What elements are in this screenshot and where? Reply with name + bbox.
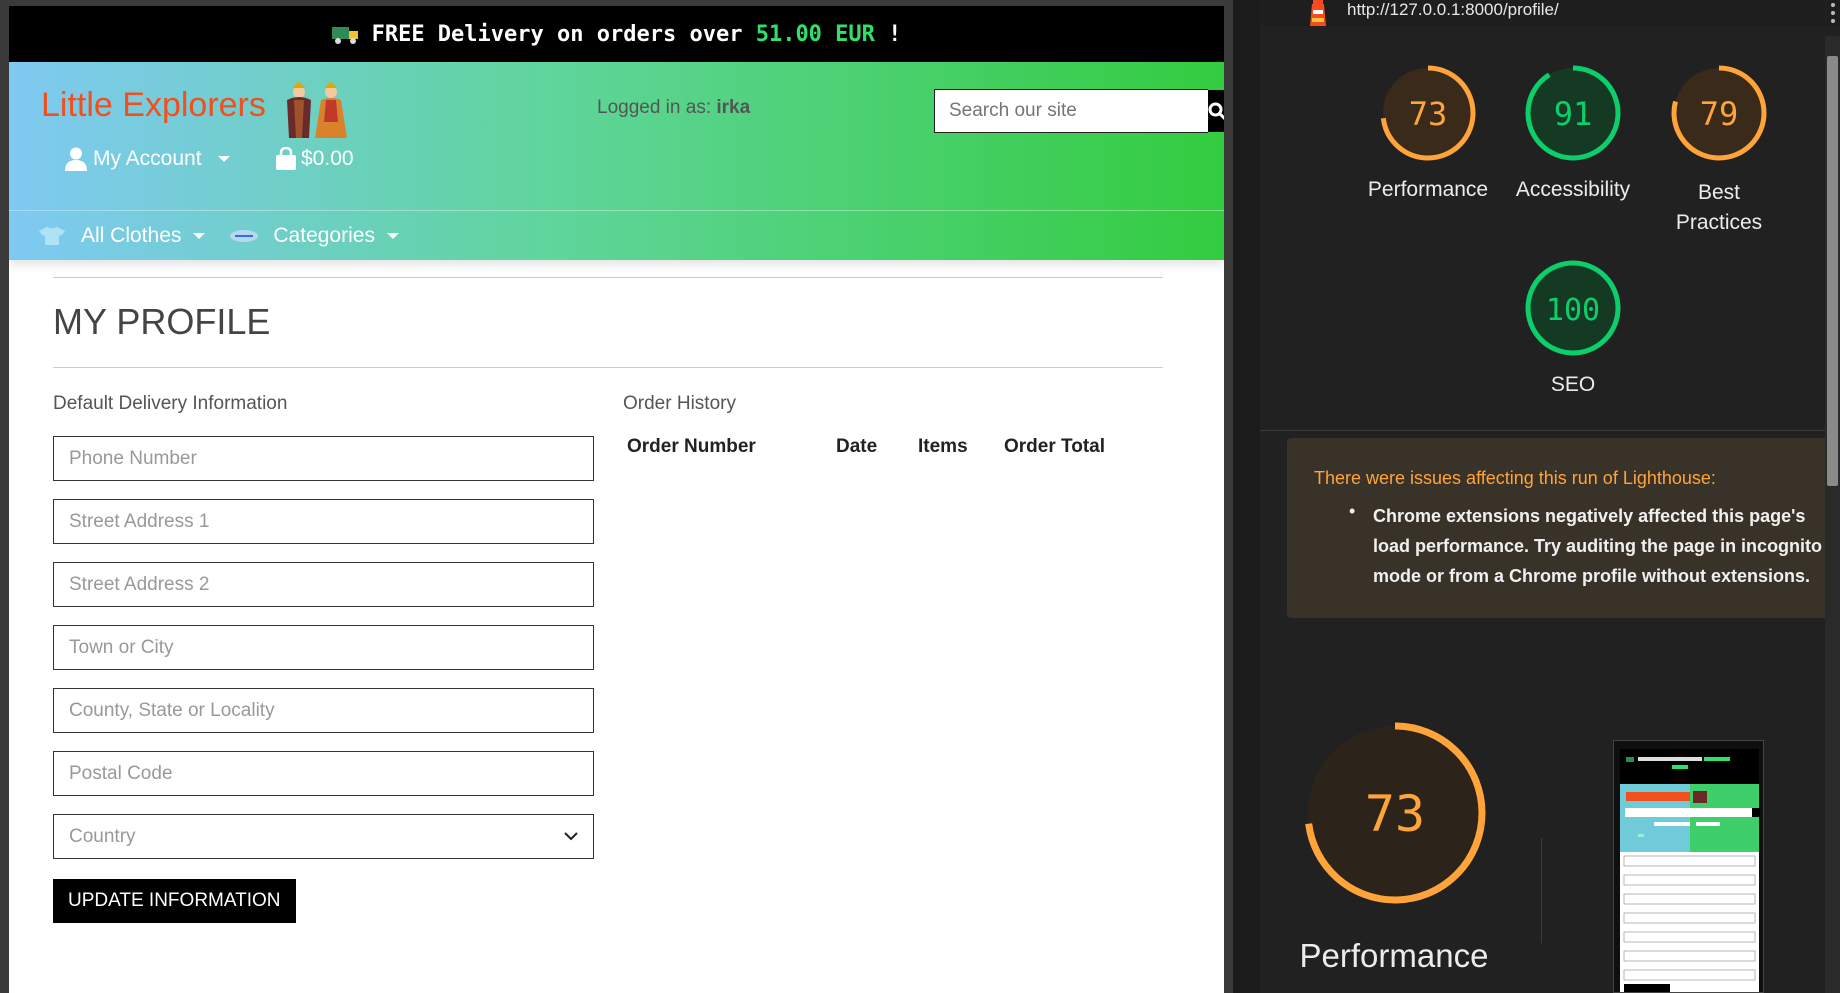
column-order-number: Order Number [627,436,756,457]
column-items: Items [918,436,968,457]
devtools-gutter [1233,0,1260,993]
divider [53,367,1163,368]
site-search [934,89,1224,133]
order-history: Order History Order Number Date Items Or… [623,393,1163,923]
runtime-warning: There were issues affecting this run of … [1287,438,1840,618]
chevron-down-icon [193,232,206,239]
my-account-label: My Account [93,147,202,170]
gauge-best-practices[interactable]: 79 [1669,63,1769,168]
divider [53,277,1163,278]
lighthouse-report: http://127.0.0.1:8000/profile/ 73 Perfor… [1260,0,1840,993]
warning-item: Chrome extensions negatively affected th… [1373,506,1823,586]
lighthouse-icon [1310,0,1326,26]
street-address-2-placeholder: Street Address 2 [69,573,210,595]
search-icon [1208,102,1224,120]
order-history-table-header: Order Number Date Items Order Total [623,436,1163,458]
town-city-field[interactable]: Town or City [53,625,594,670]
thumbnail-image [1620,749,1760,992]
phone-number-field[interactable]: Phone Number [53,436,594,481]
order-history-heading: Order History [623,393,736,414]
scrollbar-thumb[interactable] [1827,56,1838,486]
label-accessibility: Accessibility [1515,178,1631,201]
score-best-practices: 79 [1700,95,1739,133]
shirt-icon [39,226,65,245]
main-nav: All Clothes Categories [9,210,1224,260]
column-order-total: Order Total [1004,436,1105,457]
chevron-down-icon [564,832,578,841]
label-seo: SEO [1550,373,1596,396]
gauge-seo[interactable]: 100 [1523,258,1623,363]
devtools-panel: http://127.0.0.1:8000/profile/ 73 Perfor… [1233,0,1840,993]
score-accessibility: 91 [1554,95,1593,133]
banner-prefix: FREE Delivery on orders over [371,21,743,47]
category-icon [230,229,259,242]
logged-in-status: Logged in as: irka [597,97,750,119]
big-score-performance: 73 [1365,785,1425,843]
label-best-practices: Best Practices [1644,178,1794,238]
street-address-1-field[interactable]: Street Address 1 [53,499,594,544]
divider [1260,430,1830,431]
bullet-icon: • [1349,501,1356,521]
delivery-truck-icon [331,25,358,44]
report-url-bar: http://127.0.0.1:8000/profile/ [1260,0,1840,26]
postal-code-placeholder: Postal Code [69,762,173,784]
label-best-practices-line1: Best [1697,181,1741,204]
cart-total: $0.00 [301,147,354,170]
delivery-form: Default Delivery Information Phone Numbe… [53,393,623,923]
big-label-performance: Performance [1299,937,1489,974]
nav-all-clothes-label: All Clothes [81,223,182,247]
report-url: http://127.0.0.1:8000/profile/ [1347,0,1559,19]
label-performance: Performance [1367,178,1489,201]
shopping-bag-link[interactable]: $0.00 [275,147,354,171]
site-logo[interactable]: Little Explorers [41,86,266,125]
warning-heading: There were issues affecting this run of … [1314,468,1716,488]
my-account-dropdown[interactable]: My Account [65,147,230,171]
banner-suffix: ! [888,21,902,47]
update-information-button[interactable]: UPDATE INFORMATION [53,879,296,923]
more-options-icon[interactable] [1831,2,1835,24]
divider [1541,838,1542,943]
chevron-down-icon [217,156,230,162]
gauge-performance[interactable]: 73 [1378,63,1478,168]
website-viewport: FREE Delivery on orders over 51.00 EUR !… [0,0,1233,993]
country-selected-value: Country [69,825,136,847]
chevron-down-icon [386,232,399,239]
shopping-bag-icon [276,147,296,170]
country-select[interactable]: Country [53,814,594,859]
town-city-placeholder: Town or City [69,636,174,658]
score-performance: 73 [1409,95,1448,133]
royal-couple-icon [287,82,347,138]
score-seo: 100 [1546,293,1600,328]
label-best-practices-line2: Practices [1675,211,1763,234]
street-address-2-field[interactable]: Street Address 2 [53,562,594,607]
site-header: Little Explorers Logged in as: irka Sear… [9,62,1224,210]
phone-number-placeholder: Phone Number [69,447,197,469]
column-date: Date [836,436,878,457]
delivery-banner: FREE Delivery on orders over 51.00 EUR ! [9,6,1224,62]
search-input[interactable] [935,90,1208,132]
postal-code-field[interactable]: Postal Code [53,751,594,796]
street-address-1-placeholder: Street Address 1 [69,510,210,532]
profile-content: MY PROFILE Default Delivery Information … [53,277,1163,923]
search-button[interactable] [1208,90,1224,132]
nav-categories[interactable]: Categories [229,224,399,248]
report-scrollbar[interactable] [1825,36,1840,993]
logged-in-label: Logged in as: [597,97,712,118]
nav-categories-label: Categories [273,223,375,247]
big-gauge-performance: 73 [1300,718,1490,913]
page-title: MY PROFILE [53,301,271,342]
logged-in-user: irka [716,97,751,118]
delivery-heading: Default Delivery Information [53,393,288,414]
county-placeholder: County, State or Locality [69,699,275,721]
county-field[interactable]: County, State or Locality [53,688,594,733]
nav-all-clothes[interactable]: All Clothes [37,223,206,248]
user-icon [65,147,87,171]
page-screenshot-thumbnail[interactable] [1613,740,1764,993]
banner-amount: 51.00 EUR [755,21,875,47]
gauge-accessibility[interactable]: 91 [1523,63,1623,168]
